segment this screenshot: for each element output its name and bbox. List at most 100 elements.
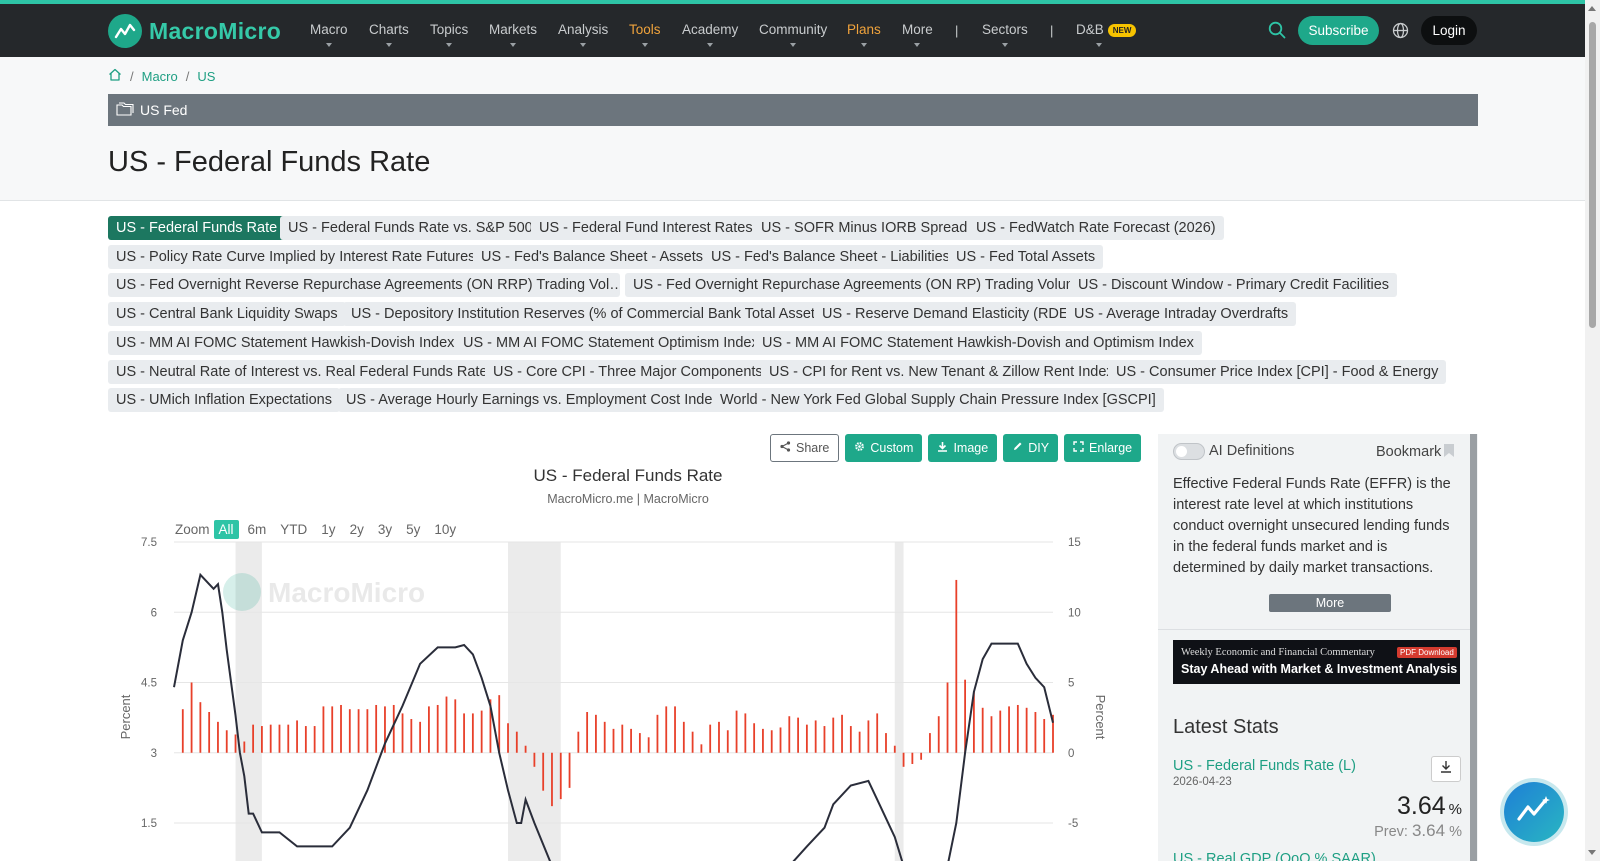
- nav-item-topics[interactable]: Topics: [430, 22, 468, 47]
- tag-balance-sheet-liabilities[interactable]: US - Fed's Balance Sheet - Liabilities: [703, 245, 958, 269]
- nav-item-db[interactable]: D&B NEW: [1076, 22, 1137, 47]
- tag-discount-window[interactable]: US - Discount Window - Primary Credit Fa…: [1070, 273, 1398, 297]
- nav-item-charts[interactable]: Charts: [369, 22, 409, 47]
- nav-item-community[interactable]: Community: [759, 22, 827, 47]
- bar-mark: [630, 728, 632, 753]
- bar-mark: [375, 704, 378, 753]
- globe-icon[interactable]: [1392, 22, 1409, 44]
- stat-name-link[interactable]: US - Federal Funds Rate (L): [1173, 758, 1356, 774]
- tag-fomc-optimism[interactable]: US - MM AI FOMC Statement Optimism Index: [455, 331, 767, 355]
- enlarge-button[interactable]: Enlarge: [1064, 434, 1142, 462]
- tag-on-rp-volume[interactable]: US - Fed Overnight Repurchase Agreements…: [625, 273, 1094, 297]
- bar-mark: [885, 733, 887, 753]
- tag-reserve-demand-elasticity[interactable]: US - Reserve Demand Elasticity (RDE): [814, 302, 1082, 326]
- tag-hourly-earnings-eci[interactable]: US - Average Hourly Earnings vs. Employm…: [338, 388, 728, 412]
- nav-item-more[interactable]: More: [902, 22, 933, 47]
- custom-button[interactable]: Custom: [845, 434, 923, 462]
- bar-mark: [498, 695, 501, 753]
- breadcrumb-item-us[interactable]: US: [197, 69, 215, 84]
- caret-down-icon: [1001, 43, 1008, 47]
- brand-logo[interactable]: MacroMicro: [108, 14, 281, 48]
- tag-federal-funds-rate[interactable]: US - Federal Funds Rate: [108, 216, 286, 240]
- search-icon[interactable]: [1268, 21, 1286, 44]
- tag-cpi-food-energy[interactable]: US - Consumer Price Index [CPI] - Food &…: [1108, 360, 1447, 384]
- sidebar-scrollbar[interactable]: [1470, 434, 1477, 861]
- tag-core-cpi-components[interactable]: US - Core CPI - Three Major Components: [485, 360, 771, 384]
- tag-fomc-hawkish-dovish-optimism[interactable]: US - MM AI FOMC Statement Hawkish-Dovish…: [754, 331, 1202, 355]
- tag-cpi-rent[interactable]: US - CPI for Rent vs. New Tenant & Zillo…: [761, 360, 1122, 384]
- nav-item-analysis[interactable]: Analysis: [558, 22, 608, 47]
- image-download-button[interactable]: Image: [928, 434, 998, 462]
- chart-plot[interactable]: MacroMicro 7.564.531.5 151050-5 Percent …: [108, 462, 1148, 861]
- macromicro-logo-icon: [108, 14, 142, 48]
- assistant-fab-button[interactable]: [1504, 782, 1564, 842]
- scroll-down-arrow-icon[interactable]: [1588, 850, 1596, 855]
- nav-item-markets[interactable]: Markets: [489, 22, 537, 47]
- caret-down-icon: [860, 43, 867, 47]
- tag-intraday-overdrafts[interactable]: US - Average Intraday Overdrafts: [1066, 302, 1297, 326]
- nav-item-academy[interactable]: Academy: [682, 22, 738, 47]
- tag-sofr-minus-iorb[interactable]: US - SOFR Minus IORB Spread: [753, 216, 976, 240]
- tag-policy-rate-curve[interactable]: US - Policy Rate Curve Implied by Intere…: [108, 245, 484, 269]
- scrollbar-thumb[interactable]: [1589, 22, 1596, 328]
- new-badge: NEW: [1107, 23, 1137, 37]
- tag-depository-reserves[interactable]: US - Depository Institution Reserves (% …: [343, 302, 835, 326]
- y-left-tick-label: 7.5: [141, 537, 157, 549]
- chart-watermark: MacroMicro: [268, 577, 425, 608]
- y-right-tick-label: 15: [1068, 537, 1081, 549]
- tag-fed-total-assets[interactable]: US - Fed Total Assets: [948, 245, 1104, 269]
- ad-banner[interactable]: Weekly Economic and Financial Commentary…: [1173, 640, 1460, 684]
- tag-neutral-rate[interactable]: US - Neutral Rate of Interest vs. Real F…: [108, 360, 496, 384]
- category-label: US Fed: [140, 102, 188, 118]
- stat-download-button[interactable]: [1431, 756, 1461, 782]
- caret-down-icon: [1096, 43, 1102, 47]
- subscribe-button[interactable]: Subscribe: [1298, 16, 1379, 45]
- expand-icon: [1073, 441, 1084, 455]
- breadcrumb-item-macro[interactable]: Macro: [142, 69, 178, 84]
- scroll-up-arrow-icon[interactable]: [1588, 6, 1596, 11]
- series-line-fed-funds-rate: [173, 572, 1054, 861]
- more-button[interactable]: More: [1269, 594, 1391, 612]
- bar-mark: [1043, 719, 1046, 753]
- breadcrumb: / Macro / US: [108, 68, 215, 84]
- share-button[interactable]: Share: [770, 434, 840, 462]
- bar-mark: [551, 752, 553, 807]
- nav-item-sectors[interactable]: Sectors: [982, 22, 1028, 47]
- y-axis-left-label: Percent: [118, 694, 133, 739]
- stat-date: 2026-04-23: [1173, 776, 1232, 788]
- tag-balance-sheet-assets[interactable]: US - Fed's Balance Sheet - Assets: [473, 245, 711, 269]
- nav-item-plans[interactable]: Plans: [847, 22, 881, 47]
- next-stat-name-link[interactable]: US - Real GDP (QoQ % SAAR): [1173, 851, 1376, 861]
- breadcrumb-separator: /: [130, 68, 134, 84]
- tag-liquidity-swaps[interactable]: US - Central Bank Liquidity Swaps: [108, 302, 346, 326]
- bar-mark: [454, 699, 457, 753]
- tag-umich-inflation[interactable]: US - UMich Inflation Expectations: [108, 388, 340, 412]
- nav-item-macro[interactable]: Macro: [310, 22, 348, 47]
- y-right-tick-label: 0: [1068, 748, 1074, 760]
- tag-gscpi[interactable]: World - New York Fed Global Supply Chain…: [712, 388, 1164, 412]
- bar-mark: [682, 721, 685, 753]
- ai-definitions-label: AI Definitions: [1209, 443, 1295, 459]
- y-right-tick-label: 10: [1068, 607, 1081, 619]
- tag-fedwatch-forecast[interactable]: US - FedWatch Rate Forecast (2026): [968, 216, 1224, 240]
- category-bar[interactable]: US Fed: [108, 94, 1478, 126]
- ai-definitions-toggle[interactable]: [1173, 443, 1205, 460]
- tag-fed-fund-interest-rates[interactable]: US - Federal Fund Interest Rates: [531, 216, 761, 240]
- nav-item-tools[interactable]: Tools: [629, 22, 661, 47]
- y-left-tick-label: 1.5: [141, 818, 157, 830]
- tag-fed-funds-vs-sp500[interactable]: US - Federal Funds Rate vs. S&P 500: [280, 216, 541, 240]
- y-right-tick-label: 5: [1068, 678, 1074, 690]
- tag-fomc-hawkish-dovish[interactable]: US - MM AI FOMC Statement Hawkish-Dovish…: [108, 331, 463, 355]
- bar-mark: [814, 720, 817, 753]
- diy-button[interactable]: DIY: [1003, 434, 1059, 462]
- bookmark-label[interactable]: Bookmark: [1376, 444, 1441, 460]
- bar-mark: [744, 713, 747, 753]
- login-button[interactable]: Login: [1421, 16, 1477, 45]
- bar-mark: [762, 728, 764, 753]
- home-icon[interactable]: [108, 68, 122, 84]
- caret-down-icon: [790, 43, 797, 47]
- bar-mark: [893, 745, 896, 753]
- tag-on-rrp-volume[interactable]: US - Fed Overnight Reverse Repurchase Ag…: [108, 273, 620, 297]
- bookmark-icon[interactable]: [1443, 443, 1455, 463]
- bar-mark: [419, 721, 422, 753]
